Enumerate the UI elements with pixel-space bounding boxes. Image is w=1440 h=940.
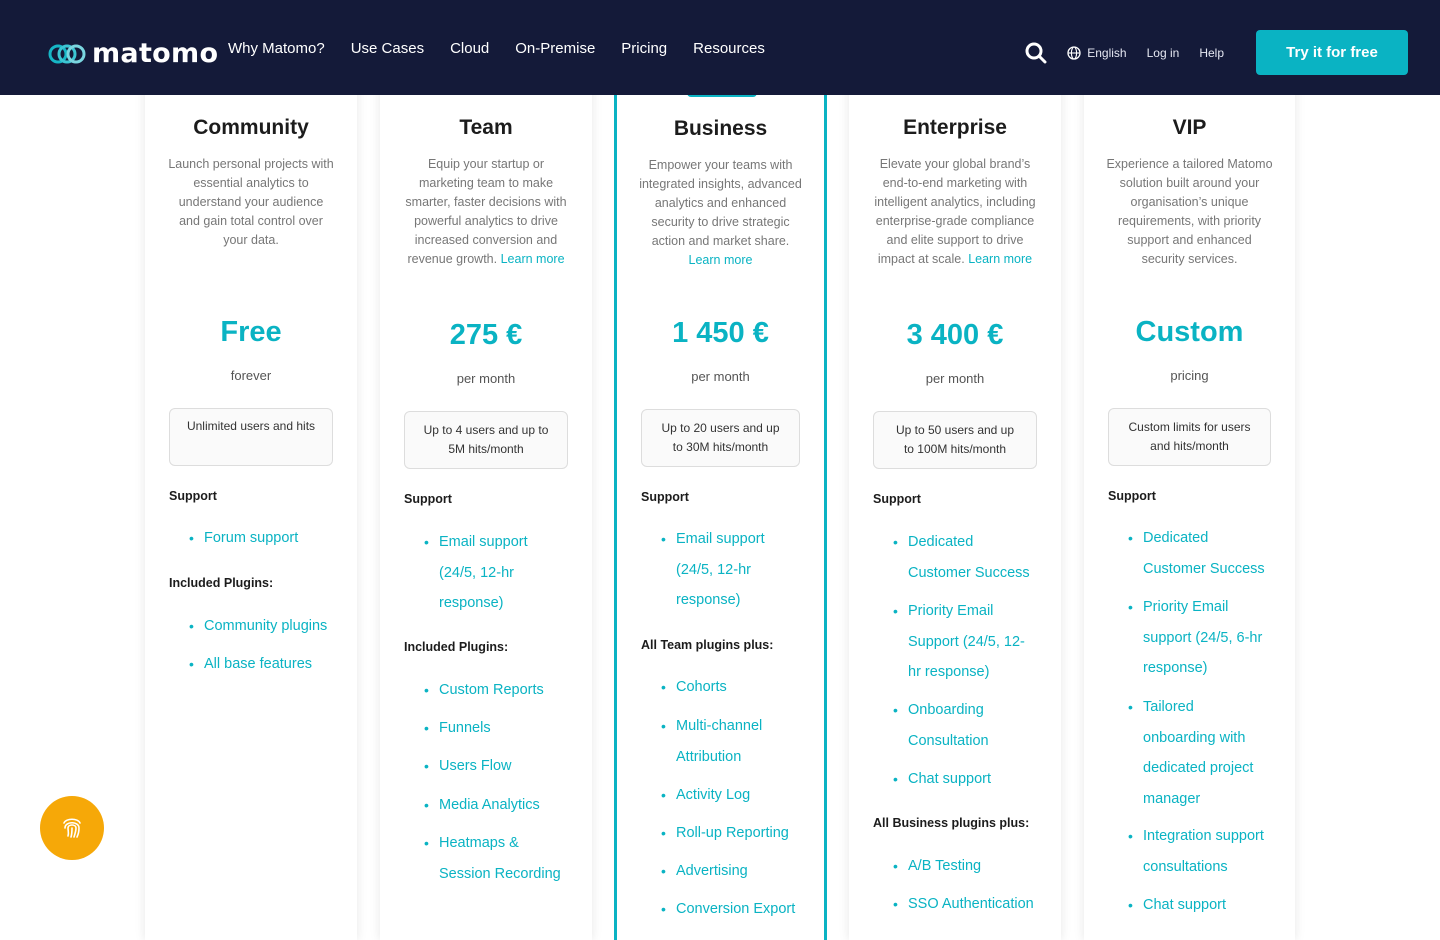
plan-description-text: Equip your startup or marketing team to … <box>405 157 567 266</box>
plan-card-business: Business Empower your teams with integra… <box>614 60 827 940</box>
fingerprint-icon <box>63 818 81 838</box>
login-link[interactable]: Log in <box>1147 46 1180 60</box>
plugin-item[interactable]: Community plugins <box>189 611 347 642</box>
plugins-title: All Team plugins plus: <box>641 638 774 652</box>
plugin-item[interactable]: Custom Reports <box>424 675 582 706</box>
plugin-item[interactable]: A/B Testing <box>893 851 1051 882</box>
support-item[interactable]: Dedicated Customer Success <box>1128 523 1271 584</box>
nav-cloud[interactable]: Cloud <box>450 40 489 57</box>
plan-limits: Up to 50 users and up to 100M hits/month <box>873 411 1037 469</box>
plugin-item[interactable]: Activity Log <box>661 780 814 811</box>
support-title: Support <box>169 489 217 503</box>
plugin-item[interactable]: Cohorts <box>661 672 814 703</box>
globe-icon <box>1067 45 1081 60</box>
plan-price: Custom <box>1135 316 1244 348</box>
plan-card-team: Team Equip your startup or marketing tea… <box>380 60 592 940</box>
support-item[interactable]: Email support (24/5, 12-hr response) <box>424 527 564 619</box>
support-title: Support <box>873 492 921 506</box>
plan-description-text: Empower your teams with integrated insig… <box>639 158 802 248</box>
plan-name: Team <box>459 116 513 139</box>
plan-card-enterprise: Enterprise Elevate your global brand’s e… <box>849 60 1061 940</box>
plan-description: Elevate your global brand’s end-to-end m… <box>871 155 1039 269</box>
plugin-item[interactable]: Advertising <box>661 856 814 887</box>
plan-period: pricing <box>1170 368 1209 383</box>
plan-limits: Unlimited users and hits <box>169 408 333 466</box>
plan-description: Experience a tailored Matomo solution bu… <box>1106 155 1273 269</box>
support-item[interactable]: Dedicated Customer Success <box>893 527 1031 588</box>
plan-name: Community <box>193 116 309 139</box>
support-item[interactable]: Chat support <box>1128 890 1285 921</box>
plan-price: Free <box>220 316 282 348</box>
plugin-item[interactable]: Conversion Export <box>661 894 814 925</box>
support-item[interactable]: Email support (24/5, 12-hr response) <box>661 524 796 616</box>
language-selector[interactable]: English <box>1067 45 1127 60</box>
nav-resources[interactable]: Resources <box>693 40 765 57</box>
plan-description: Equip your startup or marketing team to … <box>402 155 570 269</box>
plan-description-text: Elevate your global brand’s end-to-end m… <box>874 157 1036 266</box>
support-title: Support <box>1108 489 1156 503</box>
plugins-title: Included Plugins: <box>169 576 274 590</box>
support-title: Support <box>641 490 689 504</box>
plan-period: per month <box>925 371 985 386</box>
plan-limits: Custom limits for users and hits/month <box>1108 408 1271 466</box>
plan-price: 1 450 € <box>672 317 769 349</box>
support-item[interactable]: Tailored onboarding with dedicated proje… <box>1128 692 1269 814</box>
plan-limits: Up to 20 users and up to 30M hits/month <box>641 409 800 467</box>
plan-card-vip: VIP Experience a tailored Matomo solutio… <box>1084 60 1295 940</box>
help-link[interactable]: Help <box>1199 46 1224 60</box>
plugin-item[interactable]: Media Analytics <box>424 790 582 821</box>
plugin-item[interactable]: Multi-channel Attribution <box>661 711 784 772</box>
plan-name: VIP <box>1172 116 1207 139</box>
plan-name: Business <box>673 117 768 140</box>
nav-pricing[interactable]: Pricing <box>621 40 667 57</box>
plan-description: Empower your teams with integrated insig… <box>639 156 802 270</box>
plan-description-text: Launch personal projects with essential … <box>168 157 334 247</box>
plan-card-community: Community Launch personal projects with … <box>145 60 357 940</box>
plan-price: 275 € <box>449 319 523 351</box>
plugins-title: All Business plugins plus: <box>873 816 1030 830</box>
plan-period: forever <box>230 368 272 383</box>
try-free-button[interactable]: Try it for free <box>1256 30 1408 75</box>
matomo-logo[interactable]: matomo <box>48 38 218 69</box>
plugin-item[interactable]: Funnels <box>424 713 582 744</box>
plugin-item[interactable]: Heatmaps & Session Recording <box>424 828 570 889</box>
plugin-item[interactable]: All base features <box>189 649 347 680</box>
support-item[interactable]: Forum support <box>189 523 347 554</box>
plugins-title: Included Plugins: <box>404 640 509 654</box>
plugin-item[interactable]: Users Flow <box>424 751 582 782</box>
support-item[interactable]: Priority Email support (24/5, 6-hr respo… <box>1128 592 1271 684</box>
site-header: matomo Why Matomo? Use Cases Cloud On-Pr… <box>0 0 1440 95</box>
plugin-item[interactable]: Roll-up Reporting <box>661 818 814 849</box>
search-icon[interactable] <box>1025 42 1047 64</box>
support-item[interactable]: Priority Email Support (24/5, 12-hr resp… <box>893 596 1031 688</box>
nav-use-cases[interactable]: Use Cases <box>351 40 424 57</box>
header-actions: English Log in Help Try it for free <box>1025 30 1408 75</box>
learn-more-link[interactable]: Learn more <box>689 253 753 267</box>
support-item[interactable]: Chat support <box>893 764 1051 795</box>
main-nav: Why Matomo? Use Cases Cloud On-Premise P… <box>228 40 765 57</box>
plan-period: per month <box>691 369 750 384</box>
plan-limits: Up to 4 users and up to 5M hits/month <box>404 411 568 469</box>
logo-text: matomo <box>92 38 219 69</box>
plan-name: Enterprise <box>903 116 1007 139</box>
support-title: Support <box>404 492 452 506</box>
learn-more-link[interactable]: Learn more <box>501 252 565 266</box>
plugin-item[interactable]: SSO Authentication <box>893 889 1051 920</box>
fingerprint-button[interactable] <box>40 796 104 860</box>
plan-description-text: Experience a tailored Matomo solution bu… <box>1106 157 1273 266</box>
language-label: English <box>1087 45 1127 60</box>
support-item[interactable]: Integration support consultations <box>1128 821 1285 882</box>
learn-more-link[interactable]: Learn more <box>968 252 1032 266</box>
nav-why-matomo[interactable]: Why Matomo? <box>228 40 325 57</box>
plan-description: Launch personal projects with essential … <box>167 155 335 250</box>
matomo-logo-icon <box>48 44 86 63</box>
plan-price: 3 400 € <box>906 319 1004 351</box>
support-item[interactable]: Onboarding Consultation <box>893 695 1021 756</box>
plan-period: per month <box>456 371 516 386</box>
nav-on-premise[interactable]: On-Premise <box>515 40 595 57</box>
